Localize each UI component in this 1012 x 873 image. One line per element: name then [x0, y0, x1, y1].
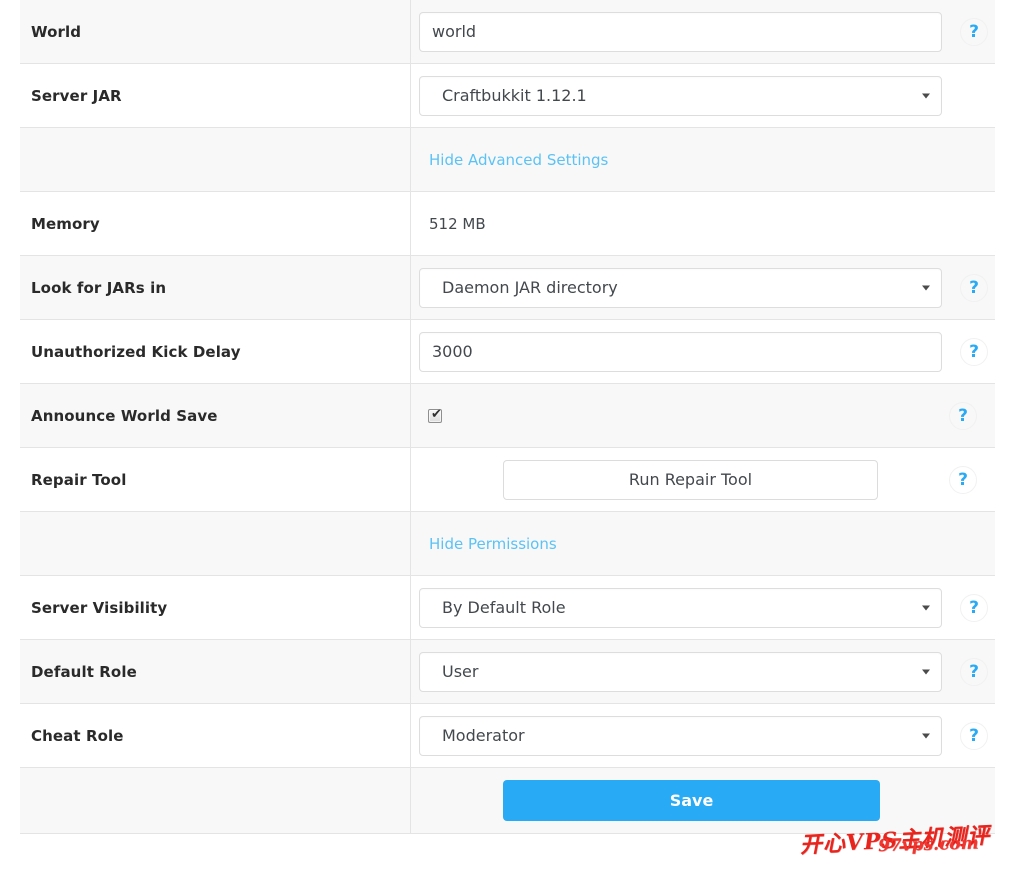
settings-row-permissions-toggle: Hide Permissions [20, 512, 995, 576]
chevron-down-icon [922, 669, 930, 674]
settings-row-cheat-role: Cheat Role Moderator ? [20, 704, 995, 768]
control-cell-memory: 512 MB [411, 192, 931, 255]
control-cell-cheat-role: Moderator [411, 704, 942, 767]
watermark-sub: 97vps.com [878, 834, 979, 857]
control-cell-jar-location: Daemon JAR directory [411, 256, 942, 319]
label-cell-repair-tool: Repair Tool [20, 448, 411, 511]
help-cell-server-jar [942, 64, 1006, 127]
settings-row-announce-world-save: Announce World Save ✔ ? [20, 384, 995, 448]
help-icon[interactable]: ? [960, 338, 988, 366]
default-role-select[interactable]: User [419, 652, 942, 692]
memory-value: 512 MB [419, 215, 486, 233]
default-role-select-value[interactable]: User [419, 652, 942, 692]
settings-row-advanced-toggle: Hide Advanced Settings [20, 128, 995, 192]
chevron-down-icon [922, 605, 930, 610]
label-jar-location: Look for JARs in [31, 279, 166, 297]
help-cell-announce-world-save: ? [931, 384, 995, 447]
hide-advanced-settings-link[interactable]: Hide Advanced Settings [419, 151, 608, 169]
world-input[interactable] [419, 12, 942, 52]
help-icon[interactable]: ? [960, 18, 988, 46]
label-cell-server-visibility: Server Visibility [20, 576, 411, 639]
kick-delay-input[interactable] [419, 332, 942, 372]
label-cell-kick-delay: Unauthorized Kick Delay [20, 320, 411, 383]
help-icon[interactable]: ? [949, 402, 977, 430]
control-cell-permissions-toggle: Hide Permissions [411, 512, 931, 575]
label-cell-announce-world-save: Announce World Save [20, 384, 411, 447]
label-cell-save [20, 768, 411, 833]
help-icon[interactable]: ? [949, 466, 977, 494]
label-cheat-role: Cheat Role [31, 727, 124, 745]
help-cell-server-visibility: ? [942, 576, 1006, 639]
help-cell-default-role: ? [942, 640, 1006, 703]
settings-row-world: World ? [20, 0, 995, 64]
label-server-visibility: Server Visibility [31, 599, 167, 617]
help-icon[interactable]: ? [960, 594, 988, 622]
run-repair-tool-button[interactable]: Run Repair Tool [503, 460, 878, 500]
settings-row-jar-location: Look for JARs in Daemon JAR directory ? [20, 256, 995, 320]
label-cell-world: World [20, 0, 411, 63]
help-cell-memory [931, 192, 995, 255]
control-cell-kick-delay [411, 320, 942, 383]
label-cell-default-role: Default Role [20, 640, 411, 703]
label-memory: Memory [31, 215, 100, 233]
label-kick-delay: Unauthorized Kick Delay [31, 343, 241, 361]
label-server-jar: Server JAR [31, 87, 122, 105]
watermark: 开心VPS主机测评 97vps.com [799, 816, 1012, 872]
server-visibility-select-value[interactable]: By Default Role [419, 588, 942, 628]
jar-location-select-value[interactable]: Daemon JAR directory [419, 268, 942, 308]
server-jar-select[interactable]: Craftbukkit 1.12.1 [419, 76, 942, 116]
settings-row-default-role: Default Role User ? [20, 640, 995, 704]
control-cell-default-role: User [411, 640, 942, 703]
help-cell-world: ? [942, 0, 1006, 63]
hide-permissions-link[interactable]: Hide Permissions [419, 535, 557, 553]
help-icon[interactable]: ? [960, 274, 988, 302]
help-cell-repair-tool: ? [931, 448, 995, 511]
help-cell-cheat-role: ? [942, 704, 1006, 767]
control-cell-save: Save [411, 768, 931, 833]
server-jar-select-value[interactable]: Craftbukkit 1.12.1 [419, 76, 942, 116]
server-visibility-select[interactable]: By Default Role [419, 588, 942, 628]
label-world: World [31, 23, 81, 41]
control-cell-repair-tool: Run Repair Tool [411, 448, 931, 511]
control-cell-world [411, 0, 942, 63]
announce-world-save-checkbox[interactable]: ✔ [428, 409, 442, 423]
control-cell-server-jar: Craftbukkit 1.12.1 [411, 64, 942, 127]
help-cell-kick-delay: ? [942, 320, 1006, 383]
label-repair-tool: Repair Tool [31, 471, 126, 489]
label-cell-memory: Memory [20, 192, 411, 255]
server-settings-table: World ? Server JAR Craftbukkit 1.12.1 Hi… [20, 0, 995, 834]
chevron-down-icon [922, 93, 930, 98]
settings-row-memory: Memory 512 MB [20, 192, 995, 256]
jar-location-select[interactable]: Daemon JAR directory [419, 268, 942, 308]
help-cell-permissions-toggle [931, 512, 995, 575]
settings-row-kick-delay: Unauthorized Kick Delay ? [20, 320, 995, 384]
help-icon[interactable]: ? [960, 658, 988, 686]
settings-row-repair-tool: Repair Tool Run Repair Tool ? [20, 448, 995, 512]
settings-row-server-visibility: Server Visibility By Default Role ? [20, 576, 995, 640]
label-cell-advanced-toggle [20, 128, 411, 191]
cheat-role-select[interactable]: Moderator [419, 716, 942, 756]
check-icon: ✔ [431, 408, 442, 422]
save-button[interactable]: Save [503, 780, 880, 821]
label-cell-cheat-role: Cheat Role [20, 704, 411, 767]
settings-row-server-jar: Server JAR Craftbukkit 1.12.1 [20, 64, 995, 128]
help-cell-advanced-toggle [931, 128, 995, 191]
chevron-down-icon [922, 285, 930, 290]
control-cell-advanced-toggle: Hide Advanced Settings [411, 128, 931, 191]
help-icon[interactable]: ? [960, 722, 988, 750]
control-cell-announce-world-save: ✔ [411, 384, 931, 447]
help-cell-jar-location: ? [942, 256, 1006, 319]
label-cell-jar-location: Look for JARs in [20, 256, 411, 319]
label-announce-world-save: Announce World Save [31, 407, 218, 425]
chevron-down-icon [922, 733, 930, 738]
label-default-role: Default Role [31, 663, 137, 681]
control-cell-server-visibility: By Default Role [411, 576, 942, 639]
label-cell-server-jar: Server JAR [20, 64, 411, 127]
label-cell-permissions-toggle [20, 512, 411, 575]
cheat-role-select-value[interactable]: Moderator [419, 716, 942, 756]
